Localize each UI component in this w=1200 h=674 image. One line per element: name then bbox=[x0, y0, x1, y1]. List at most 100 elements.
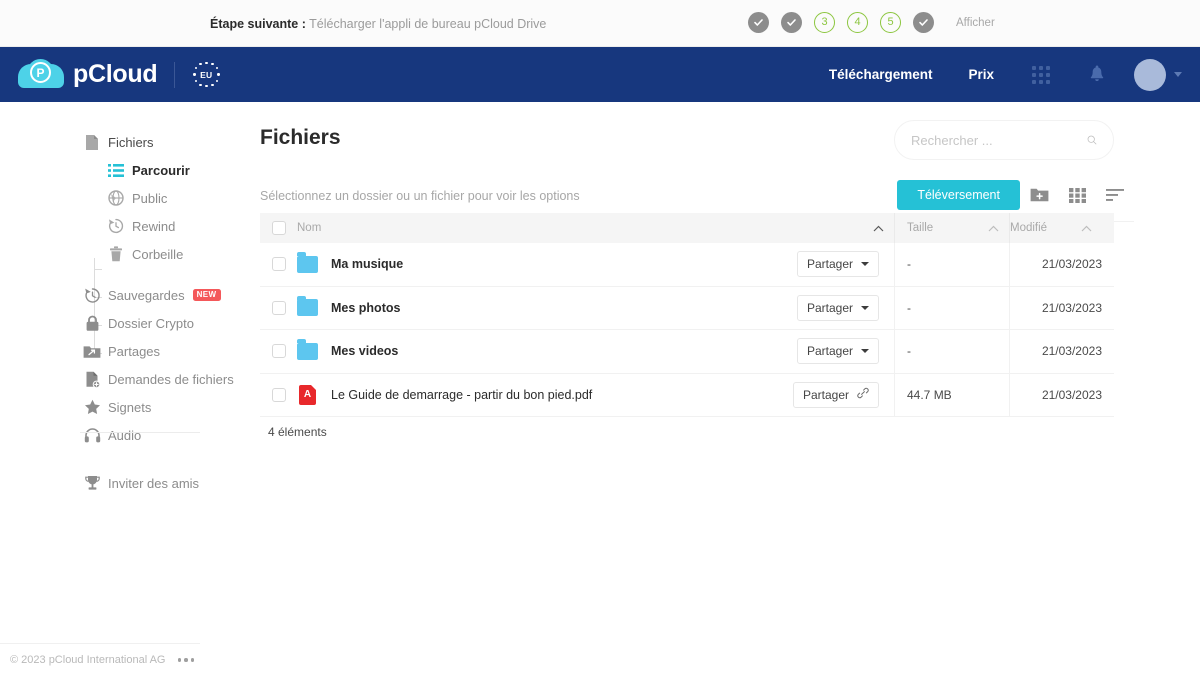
eu-badge-label: EU bbox=[200, 69, 213, 80]
top-navbar: P pCloud EU Téléchargement Prix bbox=[0, 47, 1200, 102]
sort-ascending-icon[interactable] bbox=[1081, 225, 1092, 232]
sort-icon[interactable] bbox=[1096, 180, 1134, 210]
row-select-cell[interactable] bbox=[260, 387, 297, 402]
row-checkbox[interactable] bbox=[271, 344, 286, 359]
step-indicator-1[interactable] bbox=[748, 12, 769, 33]
toolbar-hint: Sélectionnez un dossier ou un fichier po… bbox=[260, 188, 580, 203]
share-button-label: Partager bbox=[802, 387, 849, 402]
file-size: 44.7 MB bbox=[907, 387, 952, 402]
step-indicator-4[interactable]: 4 bbox=[847, 12, 868, 33]
row-checkbox[interactable] bbox=[271, 257, 286, 272]
file-modified: 21/03/2023 bbox=[1041, 300, 1102, 315]
sidebar-item-audio[interactable]: Audio bbox=[0, 421, 240, 449]
column-header-size[interactable]: Taille bbox=[894, 213, 1009, 243]
table-row[interactable]: A Le Guide de demarrage - partir du bon … bbox=[260, 373, 1114, 417]
show-steps-link[interactable]: Afficher bbox=[956, 17, 995, 29]
sidebar-item-label: Audio bbox=[108, 427, 142, 443]
table-header-row: Nom Taille Modifié bbox=[260, 213, 1114, 243]
row-size-cell: - bbox=[894, 286, 1009, 329]
search-input[interactable] bbox=[911, 132, 1087, 148]
sidebar-item-demandes-de-fichiers[interactable]: Demandes de fichiers bbox=[0, 365, 240, 393]
folder-icon bbox=[297, 252, 318, 273]
pcloud-cloud-icon: P bbox=[18, 58, 64, 91]
onboarding-text: Étape suivante : Télécharger l'appli de … bbox=[210, 17, 546, 31]
sidebar-item-label: Sauvegardes bbox=[108, 287, 185, 303]
toolbar-actions: Téléversement bbox=[897, 180, 1134, 210]
nav-telechargement[interactable]: Téléchargement bbox=[811, 67, 951, 82]
onboarding-lead: Étape suivante : bbox=[210, 17, 306, 31]
link-icon bbox=[857, 387, 869, 402]
sidebar-item-public[interactable]: Public bbox=[0, 184, 240, 212]
select-all-cell[interactable] bbox=[260, 221, 297, 235]
share-button[interactable]: Partager bbox=[796, 338, 879, 365]
table-row[interactable]: Ma musique Partager - 21/03/2023 bbox=[260, 243, 1114, 287]
copyright-text: © 2023 pCloud International AG bbox=[10, 654, 166, 666]
row-checkbox[interactable] bbox=[271, 300, 286, 315]
table-row[interactable]: Mes photos Partager - 21/03/2023 bbox=[260, 286, 1114, 330]
file-size: - bbox=[907, 300, 911, 315]
onboarding-bar: Étape suivante : Télécharger l'appli de … bbox=[0, 0, 1200, 47]
nav-prix[interactable]: Prix bbox=[950, 67, 1012, 82]
column-header-label: Modifié bbox=[1010, 222, 1048, 234]
sidebar-item-label: Partages bbox=[108, 343, 161, 359]
sidebar-item-signets[interactable]: Signets bbox=[0, 393, 240, 421]
column-header-label: Taille bbox=[907, 222, 934, 234]
share-button-label: Partager bbox=[806, 300, 853, 315]
folder-icon bbox=[297, 339, 318, 360]
sidebar-item-dossier-crypto[interactable]: Dossier Crypto bbox=[0, 309, 240, 337]
new-folder-icon[interactable] bbox=[1020, 180, 1058, 210]
step-indicator-5[interactable]: 5 bbox=[880, 12, 901, 33]
footer-copyright-row: © 2023 pCloud International AG bbox=[10, 654, 194, 666]
share-button[interactable]: Partager bbox=[796, 294, 879, 321]
step-indicator-6[interactable] bbox=[913, 12, 934, 33]
row-select-cell[interactable] bbox=[260, 257, 297, 272]
search-box[interactable] bbox=[894, 120, 1114, 160]
share-button[interactable]: Partager bbox=[796, 251, 879, 278]
row-select-cell[interactable] bbox=[260, 300, 297, 315]
apps-grid-icon[interactable] bbox=[1024, 58, 1058, 92]
sidebar-item-rewind[interactable]: Rewind bbox=[0, 212, 240, 240]
file-name: Ma musique bbox=[331, 257, 404, 272]
sidebar-item-sauvegardes[interactable]: Sauvegardes NEW bbox=[0, 281, 240, 309]
item-count: 4 éléments bbox=[268, 425, 327, 439]
row-checkbox[interactable] bbox=[271, 387, 286, 402]
column-header-name[interactable]: Nom bbox=[297, 222, 894, 234]
user-menu[interactable] bbox=[1134, 58, 1188, 91]
trash-icon bbox=[106, 244, 126, 264]
file-name: Le Guide de demarrage - partir du bon pi… bbox=[331, 387, 593, 402]
avatar[interactable] bbox=[1134, 58, 1166, 91]
tree-dash bbox=[94, 269, 102, 270]
step-indicator-3[interactable]: 3 bbox=[814, 12, 835, 33]
notifications-bell-icon[interactable] bbox=[1080, 58, 1114, 92]
file-size: - bbox=[907, 257, 911, 272]
row-size-cell: 44.7 MB bbox=[894, 373, 1009, 416]
share-button[interactable]: Partager bbox=[792, 381, 879, 408]
sidebar-item-label: Signets bbox=[108, 399, 152, 415]
file-modified: 21/03/2023 bbox=[1041, 344, 1102, 359]
select-all-checkbox[interactable] bbox=[271, 221, 286, 235]
step-indicator-2[interactable] bbox=[781, 12, 802, 33]
brand-logo[interactable]: P pCloud EU bbox=[18, 58, 220, 91]
sidebar-item-partages[interactable]: Partages bbox=[0, 337, 240, 365]
file-size: - bbox=[907, 344, 911, 359]
sort-ascending-icon[interactable] bbox=[873, 225, 884, 232]
row-select-cell[interactable] bbox=[260, 344, 297, 359]
sidebar-item-label: Demandes de fichiers bbox=[108, 371, 234, 387]
file-icon bbox=[82, 132, 102, 152]
table-row[interactable]: Mes videos Partager - 21/03/2023 bbox=[260, 330, 1114, 374]
column-header-modified[interactable]: Modifié bbox=[1009, 213, 1114, 243]
sidebar-item-parcourir[interactable]: Parcourir bbox=[0, 156, 240, 184]
eu-badge-icon: EU bbox=[192, 61, 220, 89]
row-modified-cell: 21/03/2023 bbox=[1009, 330, 1114, 373]
sort-ascending-icon[interactable] bbox=[988, 225, 999, 232]
sidebar-item-fichiers[interactable]: Fichiers bbox=[0, 128, 240, 156]
sidebar-item-inviter-des-amis[interactable]: Inviter des amis bbox=[0, 469, 240, 497]
file-table: Nom Taille Modifié Ma musique Partager -… bbox=[260, 213, 1114, 417]
rewind-icon bbox=[106, 216, 126, 236]
more-options-icon[interactable] bbox=[177, 658, 194, 662]
grid-view-icon[interactable] bbox=[1058, 180, 1096, 210]
sidebar-item-label: Parcourir bbox=[132, 162, 190, 178]
sidebar-item-corbeille[interactable]: Corbeille bbox=[0, 240, 240, 268]
globe-icon bbox=[106, 188, 126, 208]
upload-button[interactable]: Téléversement bbox=[897, 180, 1020, 210]
